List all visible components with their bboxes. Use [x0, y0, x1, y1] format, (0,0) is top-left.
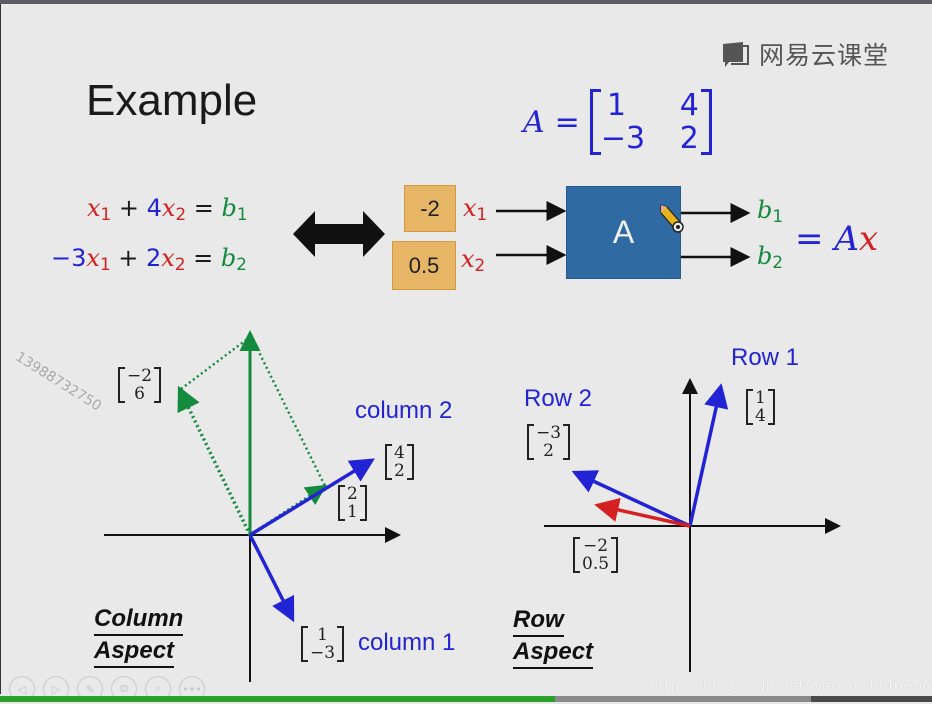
column-aspect-label: Column Aspect	[94, 604, 184, 668]
row1-label: Row 1	[731, 344, 800, 371]
vector-label-2-1: 21	[338, 485, 367, 521]
row-aspect-label: Row Aspect	[513, 605, 594, 669]
vector-label-neg2-6: −2 6	[118, 367, 162, 403]
url-watermark: https://blog.csdn.net/weixin_44466903	[649, 677, 932, 695]
row2-label: Row 2	[524, 385, 593, 412]
vector-label-1-neg3: 1 −3	[301, 626, 345, 662]
dotted-guide	[251, 339, 327, 487]
vector-label-neg3-2: −3 2	[527, 424, 571, 460]
dotted-guide	[180, 339, 247, 390]
x-vector	[594, 497, 691, 528]
dotted-guide	[177, 385, 252, 536]
vector-label-4-2: 42	[385, 444, 414, 480]
video-progress-bar[interactable]	[0, 696, 932, 702]
column1-vector	[248, 534, 295, 623]
progress-played	[0, 696, 555, 702]
column1-label: column 1	[358, 629, 456, 656]
vector-label-1-4: 14	[746, 389, 775, 425]
slide: 网易云课堂 Example x1 + 4x2 = b1 −3x1 + 2x2 =…	[1, 4, 932, 702]
row1-vector	[688, 383, 729, 527]
row2-vector	[571, 470, 691, 528]
column2-label: column 2	[355, 397, 453, 424]
vector-label-neg2-0.5: −2 0.5	[573, 537, 619, 573]
